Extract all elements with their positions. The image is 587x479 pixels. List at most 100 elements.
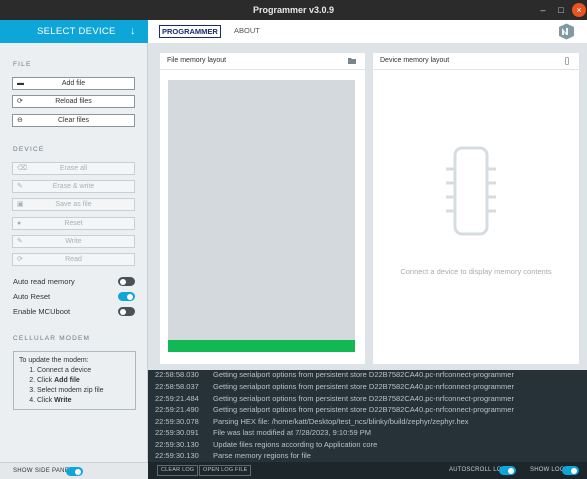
autoscroll-log-toggle[interactable] — [499, 466, 516, 475]
reset-button[interactable]: ● Reset — [12, 217, 135, 230]
read-button[interactable]: ⟳ Read — [12, 253, 135, 266]
enable-mcuboot-row: Enable MCUboot — [13, 307, 136, 317]
auto-reset-toggle[interactable] — [118, 292, 135, 301]
show-side-panel-label: SHOW SIDE PANEL — [13, 468, 73, 474]
log-timestamp: 22:58:58.037 — [155, 382, 199, 391]
file-memory-panel: File memory layout — [160, 53, 365, 364]
add-file-label: Add file — [61, 80, 86, 87]
erase-and-write-label: Erase & write — [52, 183, 95, 190]
reload-files-label: Reload files — [55, 98, 92, 105]
memory-region-application[interactable] — [168, 340, 355, 352]
log-timestamp: 22:59:30.130 — [155, 440, 199, 449]
log-message: Getting serialport options from persiste… — [213, 405, 514, 414]
toggle-knob — [75, 468, 81, 475]
read-label: Read — [65, 256, 82, 263]
log-message: Parse memory regions for file — [213, 451, 311, 460]
modem-step-text: Click — [37, 397, 55, 404]
enable-mcuboot-label: Enable MCUboot — [13, 307, 71, 316]
clear-files-label: Clear files — [57, 117, 90, 124]
modem-step-emphasis: Add file — [54, 377, 80, 384]
device-section-title: DEVICE — [13, 146, 45, 153]
log-timestamp: 22:59:30.091 — [155, 428, 199, 437]
maximize-button[interactable]: □ — [554, 3, 568, 17]
log-panel[interactable]: 22:58:58.030 Getting serialport options f… — [148, 370, 587, 462]
nordic-logo-icon — [559, 23, 574, 40]
toggle-knob — [571, 467, 577, 474]
add-file-button[interactable]: ▬ Add file — [12, 77, 135, 90]
minimize-button[interactable]: – — [536, 3, 550, 17]
log-footer: CLEAR LOG OPEN LOG FILE AUTOSCROLL LOG S… — [148, 462, 587, 479]
toggle-knob — [120, 308, 126, 315]
open-log-file-button[interactable]: OPEN LOG FILE — [199, 465, 252, 476]
erase-all-label: Erase all — [59, 165, 88, 172]
modem-step-text: Click — [37, 377, 55, 384]
write-label: Write — [65, 238, 82, 245]
show-log-toggle[interactable] — [562, 466, 579, 475]
modem-step: Connect a device — [37, 366, 130, 376]
cellular-modem-section-title: CELLULAR MODEM — [13, 335, 91, 342]
log-message: Update files regions according to Applic… — [213, 440, 378, 449]
chip-small-icon — [565, 57, 569, 65]
device-memory-panel: Device memory layout Connect a device to… — [373, 53, 579, 364]
log-message: File was last modified at 7/28/2023, 9:1… — [213, 428, 372, 437]
erase-all-button[interactable]: ⌫ Erase all — [12, 162, 135, 175]
modem-instructions-intro: To update the modem: — [19, 357, 89, 364]
write-button[interactable]: ✎ Write — [12, 235, 135, 248]
log-timestamp: 22:59:30.078 — [155, 417, 199, 426]
auto-read-memory-label: Auto read memory — [13, 277, 75, 286]
clear-log-button[interactable]: CLEAR LOG — [157, 465, 199, 476]
show-log-label: SHOW LOG — [530, 467, 565, 473]
file-section-title: FILE — [13, 61, 32, 68]
tab-programmer[interactable]: PROGRAMMER — [159, 25, 221, 38]
folder-icon — [348, 58, 356, 64]
auto-read-memory-toggle[interactable] — [118, 277, 135, 286]
log-message: Getting serialport options from persiste… — [213, 370, 514, 379]
modem-steps-list: Connect a device Click Add file Select m… — [37, 366, 130, 406]
file-memory-map — [168, 80, 355, 352]
log-message: Getting serialport options from persiste… — [213, 394, 514, 403]
reset-label: Reset — [64, 220, 83, 227]
modem-step: Click Write — [37, 396, 130, 406]
toggle-knob — [120, 278, 126, 285]
modem-step-text: Select modem zip file — [37, 387, 104, 394]
save-as-file-button[interactable]: ▣ Save as file — [12, 198, 135, 211]
log-timestamp: 22:59:30.130 — [155, 451, 199, 460]
device-memory-title: Device memory layout — [380, 57, 450, 64]
show-side-panel-toggle[interactable] — [66, 467, 83, 476]
file-memory-title: File memory layout — [167, 57, 227, 64]
log-timestamp: 22:58:58.030 — [155, 370, 199, 379]
reload-files-button[interactable]: ⟳ Reload files — [12, 95, 135, 108]
window-title: Programmer v3.0.9 — [252, 5, 335, 15]
modem-step: Click Add file — [37, 376, 130, 386]
erase-and-write-button[interactable]: ✎ Erase & write — [12, 180, 135, 193]
top-nav-bar: PROGRAMMER ABOUT — [148, 20, 587, 43]
toggle-knob — [127, 293, 133, 300]
chip-icon — [446, 146, 496, 236]
window-title-bar: Programmer v3.0.9 – □ × — [0, 0, 587, 20]
log-timestamp: 22:59:21.484 — [155, 394, 199, 403]
enable-mcuboot-toggle[interactable] — [118, 307, 135, 316]
close-button[interactable]: × — [572, 3, 586, 17]
toggle-knob — [508, 467, 514, 474]
clear-files-button[interactable]: ⊖ Clear files — [12, 114, 135, 127]
side-panel-footer: SHOW SIDE PANEL — [0, 462, 148, 479]
modem-step: Select modem zip file — [37, 386, 130, 396]
modem-step-emphasis: Write — [54, 397, 72, 404]
auto-read-memory-row: Auto read memory — [13, 277, 136, 287]
log-message: Parsing HEX file: /home/katt/Desktop/tes… — [213, 417, 469, 426]
select-device-label: SELECT DEVICE — [37, 26, 116, 37]
side-panel: SELECT DEVICE ↓ FILE ▬ Add file ⟳ Reload… — [0, 20, 148, 462]
select-device-button[interactable]: SELECT DEVICE ↓ — [0, 20, 148, 43]
save-as-file-label: Save as file — [55, 201, 92, 208]
autoscroll-log-label: AUTOSCROLL LOG — [449, 467, 507, 473]
panel-divider — [160, 69, 365, 70]
tab-about[interactable]: ABOUT — [232, 25, 262, 38]
log-timestamp: 22:59:21.490 — [155, 405, 199, 414]
panel-divider — [373, 69, 579, 70]
modem-step-text: Connect a device — [37, 367, 92, 374]
device-empty-message: Connect a device to display memory conte… — [400, 267, 552, 276]
auto-reset-label: Auto Reset — [13, 292, 51, 301]
log-message: Getting serialport options from persiste… — [213, 382, 514, 391]
auto-reset-row: Auto Reset — [13, 292, 136, 302]
arrow-down-icon: ↓ — [130, 25, 136, 37]
